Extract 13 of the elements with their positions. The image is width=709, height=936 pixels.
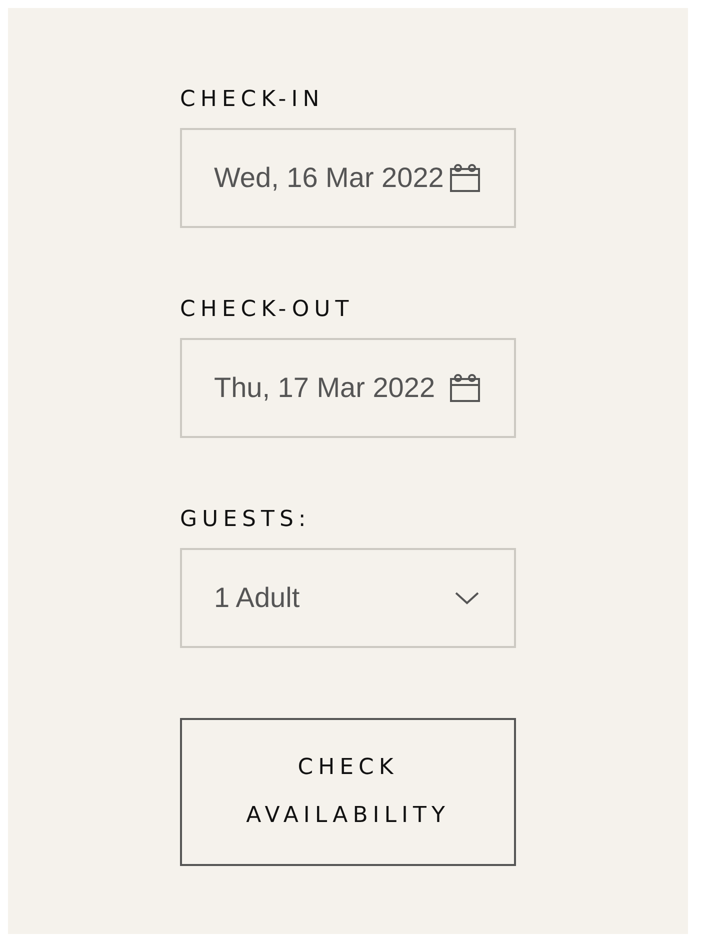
field-label: CHECK-OUT bbox=[180, 296, 355, 324]
date-field[interactable]: Wed, 16 Mar 2022 bbox=[180, 128, 516, 228]
field-label: GUESTS: bbox=[180, 506, 312, 534]
field-label: CHECK-IN bbox=[180, 86, 326, 114]
calendar-icon[interactable] bbox=[450, 163, 480, 193]
chevron-down-icon[interactable] bbox=[454, 590, 480, 606]
calendar-icon[interactable] bbox=[450, 373, 480, 403]
guests-select[interactable]: 1 Adult bbox=[180, 548, 516, 648]
date-field[interactable]: Thu, 17 Mar 2022 bbox=[180, 338, 516, 438]
field-value: Wed, 16 Mar 2022 bbox=[214, 162, 444, 194]
field-value: 1 Adult bbox=[214, 582, 300, 614]
check-availability-button[interactable]: CHECK AVAILABILITY bbox=[180, 718, 516, 866]
field-value: Thu, 17 Mar 2022 bbox=[214, 372, 436, 404]
